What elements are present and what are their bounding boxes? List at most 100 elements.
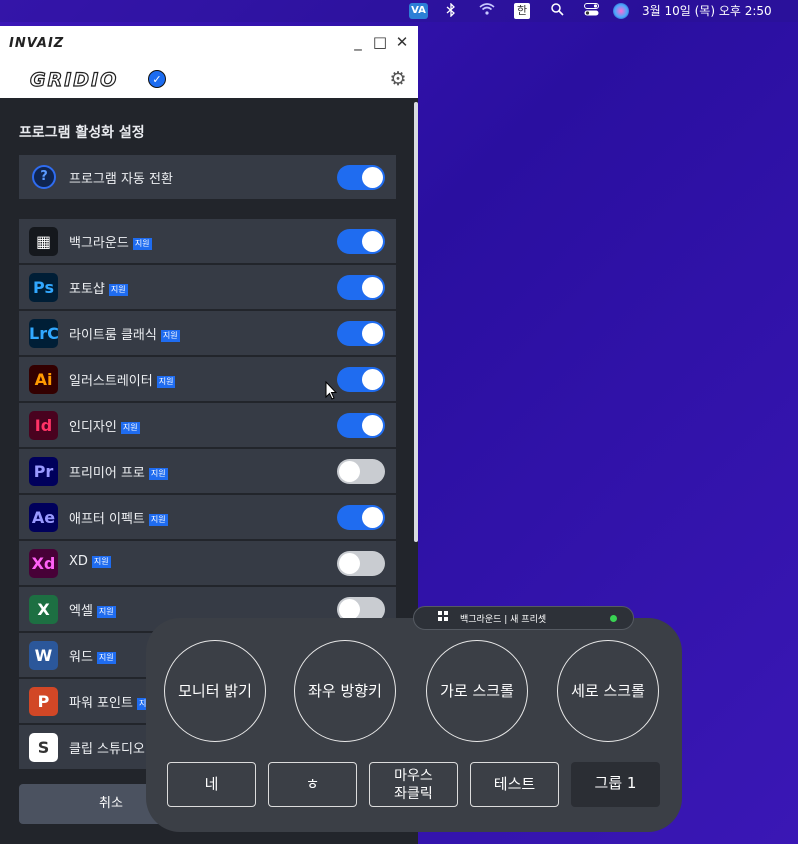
program-label: 포토샵 지원 — [69, 278, 128, 297]
support-badge: 지원 — [96, 605, 116, 618]
program-icon: Id — [29, 411, 58, 440]
program-icon: Pr — [29, 457, 58, 486]
menu-bar: VA 한 3월 10일 (목) 오후 2:50 — [0, 0, 798, 22]
support-badge: 지원 — [132, 237, 152, 250]
program-icon: X — [29, 595, 58, 624]
support-badge: 지원 — [160, 329, 180, 342]
program-icon: S — [29, 733, 58, 762]
grid-icon — [438, 611, 448, 624]
program-row: LrC 라이트룸 클래식 지원 — [19, 311, 396, 355]
program-toggle[interactable] — [337, 275, 385, 300]
overlay-status-bar: 백그라운드 | 새 프리셋 — [413, 606, 634, 630]
wifi-icon[interactable] — [478, 3, 496, 19]
dial-left-right-arrow[interactable]: 좌우 방향키 — [294, 640, 396, 742]
program-toggle[interactable] — [337, 505, 385, 530]
program-icon: P — [29, 687, 58, 716]
program-icon: Ai — [29, 365, 58, 394]
program-icon: W — [29, 641, 58, 670]
key-button-3[interactable]: 마우스좌클릭 — [369, 762, 458, 807]
auto-switch-toggle[interactable] — [337, 165, 385, 190]
program-name: XD — [69, 554, 88, 569]
program-toggle[interactable] — [337, 459, 385, 484]
control-overlay-panel: 모니터 밝기 좌우 방향키 가로 스크롤 세로 스크롤 네 ㅎ 마우스좌클릭 테… — [146, 618, 682, 832]
connection-status-dot — [610, 615, 617, 622]
support-badge: 지원 — [148, 467, 168, 480]
program-label: 라이트룸 클래식 지원 — [69, 324, 180, 343]
program-name: 포토샵 — [69, 282, 105, 297]
program-icon: ▦ — [29, 227, 58, 256]
program-label: 프리미어 프로 지원 — [69, 462, 168, 481]
input-source-icon[interactable]: 한 — [514, 3, 530, 19]
help-icon[interactable]: ? — [32, 165, 56, 189]
program-name: 엑셀 — [69, 604, 93, 619]
key-button-1[interactable]: 네 — [167, 762, 256, 807]
program-icon: LrC — [29, 319, 59, 348]
program-row: ▦ 백그라운드 지원 — [19, 219, 396, 263]
program-toggle[interactable] — [337, 321, 385, 346]
control-center-icon[interactable] — [583, 3, 599, 19]
program-name: 라이트룸 클래식 — [69, 328, 157, 343]
siri-icon[interactable] — [613, 3, 629, 19]
product-logo: GRIDIO — [29, 68, 119, 91]
program-toggle[interactable] — [337, 413, 385, 438]
program-name: 일러스트레이터 — [69, 374, 153, 389]
mouse-cursor-icon — [325, 381, 337, 400]
program-label: 일러스트레이터 지원 — [69, 370, 176, 389]
key-label-line: 마우스 — [394, 768, 433, 784]
auto-switch-row: ? 프로그램 자동 전환 — [19, 155, 396, 199]
program-row: Pr 프리미어 프로 지원 — [19, 449, 396, 493]
group-button[interactable]: 그룹 1 — [571, 762, 660, 807]
program-toggle[interactable] — [337, 367, 385, 392]
key-label-line: 좌클릭 — [394, 786, 433, 802]
program-label: 엑셀 지원 — [69, 600, 116, 619]
gear-icon[interactable]: ⚙ — [388, 69, 408, 89]
program-row: Ae 애프터 이펙트 지원 — [19, 495, 396, 539]
dial-vertical-scroll[interactable]: 세로 스크롤 — [557, 640, 659, 742]
section-title: 프로그램 활성화 설정 — [19, 125, 145, 141]
program-label: 백그라운드 지원 — [69, 232, 152, 251]
bluetooth-icon[interactable] — [444, 2, 458, 19]
va-menu-icon[interactable]: VA — [409, 3, 428, 19]
program-label: 워드 지원 — [69, 646, 116, 665]
close-icon[interactable]: ✕ — [394, 33, 410, 51]
program-label: 애프터 이펙트 지원 — [69, 508, 168, 527]
dial-horizontal-scroll[interactable]: 가로 스크롤 — [426, 640, 528, 742]
program-name: 파워 포인트 — [69, 696, 133, 711]
program-row: Ai 일러스트레이터 지원 — [19, 357, 396, 401]
support-badge: 지원 — [91, 555, 111, 568]
maximize-icon[interactable]: □ — [372, 33, 388, 51]
program-row: Id 인디자인 지원 — [19, 403, 396, 447]
support-badge: 지원 — [148, 513, 168, 526]
program-label: XD 지원 — [69, 554, 111, 569]
key-button-4[interactable]: 테스트 — [470, 762, 559, 807]
search-icon[interactable] — [550, 3, 564, 19]
program-name: 인디자인 — [69, 420, 117, 435]
support-badge: 지원 — [156, 375, 176, 388]
program-name: 백그라운드 — [69, 236, 129, 251]
program-label: 파워 포인트지원 — [69, 692, 156, 711]
scrollbar[interactable] — [414, 102, 418, 542]
program-icon: Xd — [29, 549, 58, 578]
program-name: 프리미어 프로 — [69, 466, 145, 481]
program-name: 워드 — [69, 650, 93, 665]
overlay-status-text: 백그라운드 | 새 프리셋 — [460, 615, 547, 625]
program-toggle[interactable] — [337, 229, 385, 254]
support-badge: 지원 — [96, 651, 116, 664]
minimize-icon[interactable]: _ — [350, 33, 366, 51]
program-label: 인디자인 지원 — [69, 416, 140, 435]
program-toggle[interactable] — [337, 551, 385, 576]
dial-monitor-brightness[interactable]: 모니터 밝기 — [164, 640, 266, 742]
brand-logo: INVAIZ — [9, 36, 65, 51]
menubar-clock[interactable]: 3월 10일 (목) 오후 2:50 — [642, 3, 792, 19]
program-icon: Ae — [29, 503, 58, 532]
program-row: Ps 포토샵 지원 — [19, 265, 396, 309]
app-header: INVAIZ _ □ ✕ GRIDIO ✓ ⚙ — [0, 26, 418, 98]
program-row: Xd XD 지원 — [19, 541, 396, 585]
program-icon: Ps — [29, 273, 58, 302]
auto-switch-label: 프로그램 자동 전환 — [69, 172, 173, 187]
key-button-2[interactable]: ㅎ — [268, 762, 357, 807]
program-name: 애프터 이펙트 — [69, 512, 145, 527]
support-badge: 지원 — [120, 421, 140, 434]
support-badge: 지원 — [108, 283, 128, 296]
device-connected-icon: ✓ — [148, 70, 166, 88]
